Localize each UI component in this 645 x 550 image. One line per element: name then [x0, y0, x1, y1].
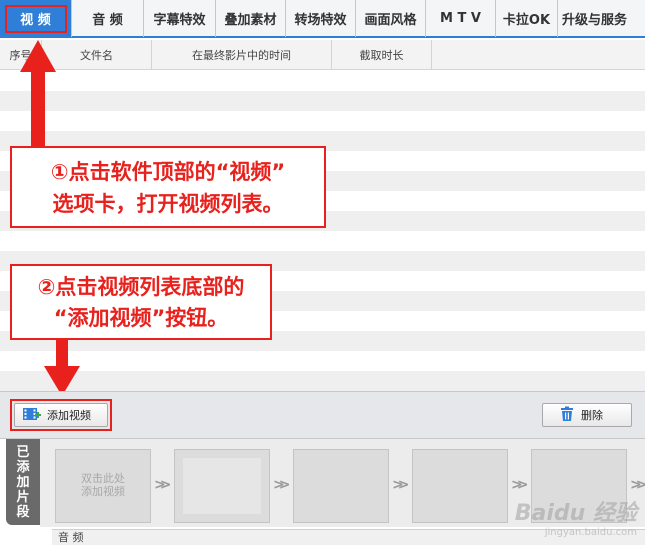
column-header-spacer — [432, 40, 645, 69]
list-row — [0, 351, 645, 371]
double-chevron-right-icon: >> — [511, 477, 529, 493]
clip-placeholder-line2: 添加视频 — [81, 485, 125, 498]
app-window: 视 频 音 频 字幕特效 叠加素材 转场特效 画面风格 M T V 卡拉OK 升… — [0, 0, 645, 550]
watermark-sub: jingyan.baidu.com — [544, 527, 637, 538]
column-header-time-in-film[interactable]: 在最终影片中的时间 — [152, 40, 332, 69]
tab-upgrade-service[interactable]: 升级与服务 — [558, 0, 645, 37]
list-row — [0, 371, 645, 391]
tab-mtv[interactable]: M T V — [426, 0, 496, 37]
clip-slot[interactable] — [293, 449, 389, 523]
callout-step2-line1: ②点击视频列表底部的 — [37, 275, 245, 299]
tab-subtitle-effects[interactable]: 字幕特效 — [144, 0, 216, 37]
video-list[interactable] — [0, 71, 645, 391]
tab-karaoke[interactable]: 卡拉OK — [496, 0, 558, 37]
added-clips-label-char: 段 — [16, 504, 30, 520]
video-list-toolbar: 添加视频 删除 — [0, 391, 645, 439]
tab-overlay-material[interactable]: 叠加素材 — [216, 0, 286, 37]
double-chevron-right-icon: >> — [154, 477, 172, 493]
double-chevron-right-icon: >> — [273, 477, 291, 493]
added-clips-label: 已 添 加 片 段 — [6, 439, 40, 525]
tab-transition-effects[interactable]: 转场特效 — [286, 0, 356, 37]
added-clips-label-char: 片 — [16, 489, 30, 505]
add-video-button-label: 添加视频 — [47, 409, 91, 422]
list-row — [0, 91, 645, 111]
added-clips-label-char: 已 — [16, 444, 30, 460]
trash-icon — [559, 406, 575, 425]
list-row — [0, 111, 645, 131]
clip-slot[interactable] — [412, 449, 508, 523]
tab-picture-style[interactable]: 画面风格 — [356, 0, 426, 37]
added-clips-label-char: 加 — [16, 474, 30, 490]
callout-step1-line2: 选项卡，打开视频列表。 — [52, 192, 284, 216]
clip-placeholder-text: 双击此处 添加视频 — [56, 472, 150, 498]
video-list-header: 序号 文件名 在最终影片中的时间 截取时长 — [0, 40, 645, 70]
column-header-duration[interactable]: 截取时长 — [332, 40, 432, 69]
instruction-callout-step2: ②点击视频列表底部的 “添加视频”按钮。 — [10, 264, 272, 340]
watermark-main: Baidu 经验 — [514, 501, 637, 526]
column-header-filename[interactable]: 文件名 — [42, 40, 152, 69]
double-chevron-right-icon: >> — [630, 477, 645, 493]
double-chevron-right-icon: >> — [392, 477, 410, 493]
list-row — [0, 71, 645, 91]
delete-button-label: 删除 — [581, 409, 603, 422]
clip-placeholder-line1: 双击此处 — [81, 472, 125, 485]
baidu-watermark: Baidu 经验 jingyan.baidu.com — [515, 495, 637, 538]
callout-step2-line2: “添加视频”按钮。 — [53, 306, 229, 330]
tab-video[interactable]: 视 频 — [0, 0, 72, 37]
added-clips-label-char: 添 — [16, 459, 30, 475]
add-video-button[interactable]: 添加视频 — [14, 403, 108, 427]
clip-thumbnail — [183, 458, 261, 514]
callout-step1-line1: ①点击软件顶部的“视频” — [50, 160, 286, 184]
clip-slot[interactable] — [174, 449, 270, 523]
delete-button[interactable]: 删除 — [542, 403, 632, 427]
tab-audio[interactable]: 音 频 — [72, 0, 144, 37]
clip-slot-placeholder[interactable]: 双击此处 添加视频 — [55, 449, 151, 523]
list-row — [0, 231, 645, 251]
main-tab-bar: 视 频 音 频 字幕特效 叠加素材 转场特效 画面风格 M T V 卡拉OK 升… — [0, 0, 645, 38]
film-add-icon — [23, 407, 41, 424]
instruction-callout-step1: ①点击软件顶部的“视频” 选项卡，打开视频列表。 — [10, 146, 326, 228]
